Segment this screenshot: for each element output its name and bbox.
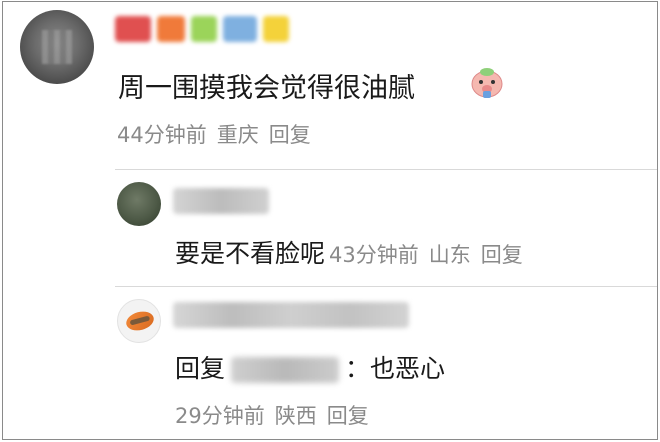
divider xyxy=(115,286,657,287)
mention-blurred[interactable] xyxy=(231,357,340,383)
reply-time: 29分钟前 xyxy=(175,404,265,428)
reply-avatar[interactable] xyxy=(117,299,161,343)
reply-meta: 43分钟前 山东 回复 xyxy=(329,243,523,267)
reply-time: 43分钟前 xyxy=(329,243,419,267)
piggy-emoji-icon xyxy=(471,68,503,98)
reply-location: 陕西 xyxy=(274,404,317,428)
comment-location: 重庆 xyxy=(216,123,259,147)
reply-content: ：也恶心 xyxy=(345,354,446,383)
avatar[interactable] xyxy=(20,10,94,84)
comment-text: 周一围摸我会觉得很油腻 xyxy=(118,66,415,105)
reply-location: 山东 xyxy=(428,243,471,267)
divider xyxy=(115,169,657,170)
reply-button[interactable]: 回复 xyxy=(481,243,523,267)
reply-prefix: 回复 xyxy=(175,354,226,383)
reply-username-blurred[interactable] xyxy=(173,188,269,214)
comment-thread: 周一围摸我会觉得很油腻 44分钟前 重庆 回复 要是不看脸呢 43分钟前 山东 回复 回复… xyxy=(2,1,658,440)
reply-text: 要是不看脸呢 43分钟前 山东 回复 xyxy=(175,234,523,270)
reply-username-blurred[interactable] xyxy=(173,302,409,328)
reply-button[interactable]: 回复 xyxy=(327,404,369,428)
reply-avatar[interactable] xyxy=(117,182,161,226)
comment-content: 周一围摸我会觉得很油腻 xyxy=(118,73,415,104)
reply-button[interactable]: 回复 xyxy=(269,123,311,147)
reply-text: 回复 ：也恶心 xyxy=(175,349,445,385)
reply-meta: 29分钟前 陕西 回复 xyxy=(175,400,369,430)
planet-avatar-icon xyxy=(124,308,156,334)
comment-meta: 44分钟前 重庆 回复 xyxy=(117,119,311,149)
username-blurred[interactable] xyxy=(115,16,305,46)
reply-content: 要是不看脸呢 xyxy=(175,239,326,268)
comment-time: 44分钟前 xyxy=(117,123,207,147)
